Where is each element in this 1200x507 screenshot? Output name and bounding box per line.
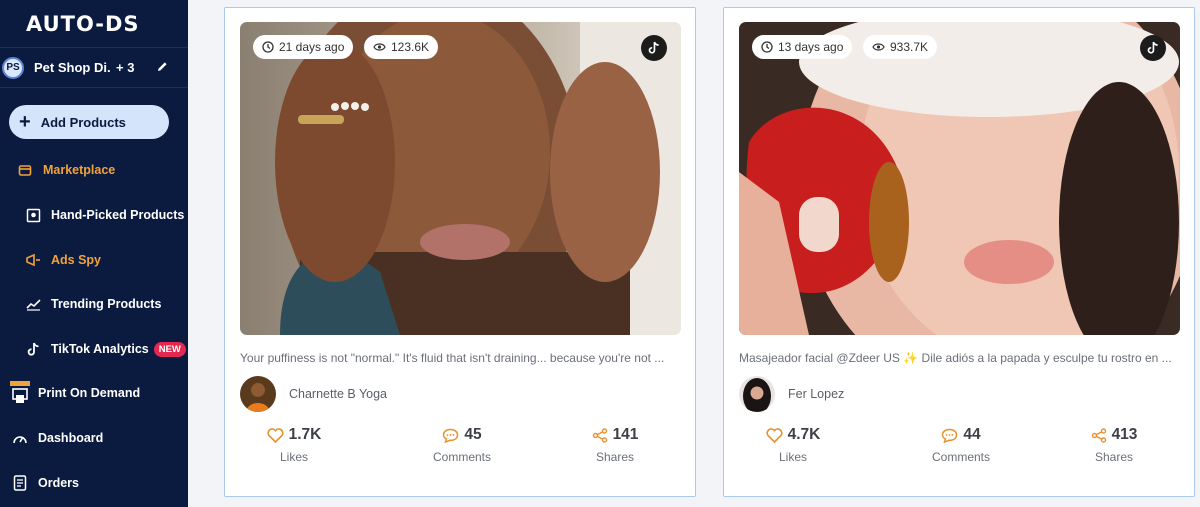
likes-count: 4.7K bbox=[787, 426, 821, 443]
sidebar-item-tiktok-analytics[interactable]: TikTok Analytics NEW bbox=[0, 337, 188, 361]
clock-icon bbox=[761, 41, 773, 53]
app-logo[interactable]: AUTO-DS bbox=[0, 0, 188, 48]
sidebar-item-label: TikTok Analytics bbox=[51, 342, 149, 356]
author-name: Fer Lopez bbox=[788, 387, 845, 401]
author-row[interactable]: Charnette B Yoga bbox=[240, 376, 387, 412]
sidebar-item-label: Trending Products bbox=[51, 297, 162, 311]
tiktok-icon[interactable] bbox=[641, 35, 667, 61]
sidebar-item-trending[interactable]: Trending Products bbox=[0, 292, 188, 316]
video-caption: Masajeador facial @Zdeer US ✨ Dile adiós… bbox=[739, 351, 1172, 365]
video-card[interactable]: 13 days ago 933.7K Masajeador facial @Zd… bbox=[723, 7, 1195, 497]
likes-label: Likes bbox=[279, 450, 308, 464]
views-pill: 933.7K bbox=[863, 35, 938, 59]
plus-icon: + bbox=[19, 111, 31, 133]
sidebar-item-dashboard[interactable]: Dashboard bbox=[0, 426, 188, 450]
shares-stat: 413 Shares bbox=[1059, 426, 1169, 464]
comments-stat: 45 Comments bbox=[407, 426, 517, 464]
age-pill: 13 days ago bbox=[752, 35, 853, 59]
share-icon bbox=[592, 427, 607, 443]
video-thumbnail[interactable]: 21 days ago 123.6K bbox=[240, 22, 681, 335]
sidebar-item-marketplace[interactable]: Marketplace bbox=[0, 158, 188, 182]
store-avatar: PS bbox=[2, 56, 24, 79]
share-icon bbox=[1091, 427, 1106, 443]
view-count: 933.7K bbox=[890, 40, 929, 54]
store-name: Pet Shop Di... bbox=[34, 60, 110, 75]
add-products-label: Add Products bbox=[40, 114, 126, 130]
likes-stat: 4.7K Likes bbox=[738, 426, 848, 464]
tiktok-icon[interactable] bbox=[1140, 35, 1166, 61]
comments-count: 44 bbox=[963, 426, 981, 443]
comments-count: 45 bbox=[464, 426, 482, 443]
author-avatar bbox=[739, 376, 775, 412]
sidebar-item-ads-spy[interactable]: Ads Spy bbox=[0, 248, 188, 272]
comments-stat: 44 Comments bbox=[906, 426, 1016, 464]
pencil-icon[interactable] bbox=[156, 60, 169, 76]
sidebar-item-label: Ads Spy bbox=[51, 253, 102, 267]
orders-icon bbox=[12, 475, 28, 491]
sidebar-item-label: Print On Demand bbox=[38, 386, 141, 400]
comments-label: Comments bbox=[432, 450, 491, 464]
heart-icon bbox=[267, 427, 284, 443]
hand-picked-icon bbox=[25, 207, 41, 223]
add-products-button[interactable]: + Add Products bbox=[9, 105, 169, 139]
shares-label: Shares bbox=[1094, 450, 1134, 464]
sidebar-item-label: Hand-Picked Products bbox=[51, 208, 185, 222]
main-content: 21 days ago 123.6K Your puffiness is not… bbox=[188, 0, 1200, 507]
sidebar-item-print-on-demand[interactable]: Print On Demand bbox=[0, 381, 188, 405]
video-card[interactable]: 21 days ago 123.6K Your puffiness is not… bbox=[224, 7, 696, 497]
author-avatar bbox=[240, 376, 276, 412]
sidebar-item-label: Orders bbox=[38, 476, 79, 490]
store-selector[interactable]: PS Pet Shop Di... + 3 bbox=[0, 48, 188, 88]
eye-icon bbox=[373, 43, 386, 51]
likes-label: Likes bbox=[778, 450, 807, 464]
megaphone-icon bbox=[25, 252, 41, 268]
store-icon bbox=[17, 162, 33, 178]
sidebar: AUTO-DS PS Pet Shop Di... + 3 + Add Prod… bbox=[0, 0, 188, 507]
view-count: 123.6K bbox=[391, 40, 430, 54]
print-icon bbox=[10, 381, 30, 405]
author-row[interactable]: Fer Lopez bbox=[739, 376, 844, 412]
views-pill: 123.6K bbox=[364, 35, 439, 59]
comments-label: Comments bbox=[931, 450, 990, 464]
video-thumbnail[interactable]: 13 days ago 933.7K bbox=[739, 22, 1180, 335]
likes-stat: 1.7K Likes bbox=[239, 426, 349, 464]
comment-icon bbox=[443, 428, 459, 443]
heart-icon bbox=[766, 427, 783, 443]
trending-icon bbox=[25, 296, 41, 312]
sidebar-item-orders[interactable]: Orders bbox=[0, 471, 188, 495]
comment-icon bbox=[942, 428, 958, 443]
likes-count: 1.7K bbox=[288, 426, 322, 443]
shares-stat: 141 Shares bbox=[560, 426, 670, 464]
shares-label: Shares bbox=[595, 450, 635, 464]
age-pill: 21 days ago bbox=[253, 35, 354, 59]
clock-icon bbox=[262, 41, 274, 53]
app-root: AUTO-DS PS Pet Shop Di... + 3 + Add Prod… bbox=[0, 0, 1200, 507]
post-age: 13 days ago bbox=[778, 40, 844, 54]
shares-count: 413 bbox=[1111, 426, 1138, 443]
author-name: Charnette B Yoga bbox=[289, 387, 387, 401]
new-badge: NEW bbox=[153, 341, 186, 357]
post-age: 21 days ago bbox=[279, 40, 345, 54]
sidebar-item-label: Marketplace bbox=[43, 163, 116, 177]
eye-icon bbox=[872, 43, 885, 51]
video-caption: Your puffiness is not "normal." It's flu… bbox=[240, 351, 665, 365]
store-count: + 3 bbox=[116, 60, 135, 75]
dashboard-icon bbox=[12, 430, 28, 446]
tiktok-icon bbox=[25, 341, 41, 357]
sidebar-item-hand-picked[interactable]: Hand-Picked Products bbox=[0, 203, 188, 227]
sidebar-item-label: Dashboard bbox=[38, 431, 104, 445]
shares-count: 141 bbox=[612, 426, 639, 443]
